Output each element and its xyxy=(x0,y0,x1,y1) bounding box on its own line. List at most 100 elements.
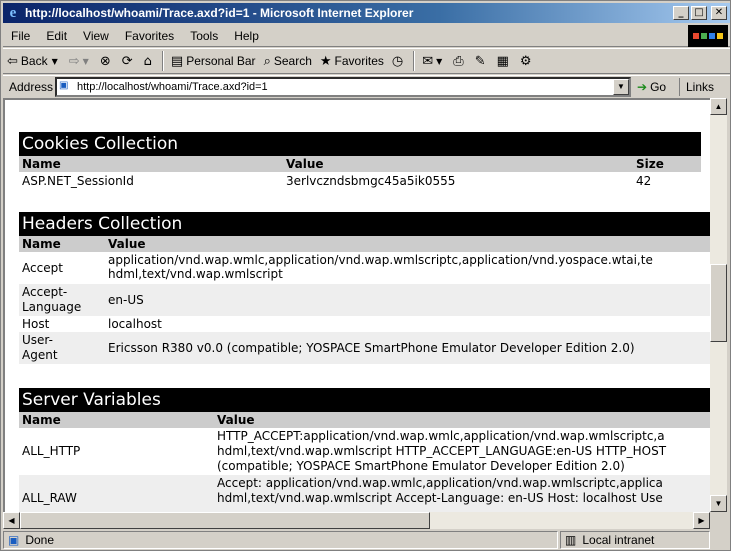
header-name: Host xyxy=(22,317,50,331)
table-row: ASP.NET_SessionId 3erlvczndsbmgc45a5ik05… xyxy=(19,172,701,190)
search-icon: ⌕ xyxy=(263,53,271,69)
messenger-button[interactable]: ⚙ xyxy=(516,50,539,72)
vertical-scrollbar[interactable]: ▲ ▼ xyxy=(710,98,727,512)
cookie-value: 3erlvczndsbmgc45a5ik0555 xyxy=(286,174,456,188)
cookie-size: 42 xyxy=(636,174,652,188)
edit-button[interactable]: ✎ xyxy=(471,50,493,72)
horizontal-scroll-thumb[interactable] xyxy=(20,512,430,529)
discuss-button[interactable]: ▦ xyxy=(493,50,516,72)
scroll-down-button[interactable]: ▼ xyxy=(710,495,727,512)
cookies-title: Cookies Collection xyxy=(19,132,701,156)
table-row: Accept application/vnd.wap.wmlc,applicat… xyxy=(19,252,710,284)
resize-grip[interactable] xyxy=(710,531,730,549)
server-vars-header-row: Name Value xyxy=(19,412,710,428)
headers-section: Headers Collection Name Value Accept app… xyxy=(19,212,710,364)
messenger-icon: ⚙ xyxy=(519,53,532,69)
standard-toolbar: ⇦ Back ▼ ⇨ ▼ ⊗ ⟳ ⌂ ▤ Personal Bar ⌕ Sear… xyxy=(3,48,730,74)
page-icon: ▣ xyxy=(59,80,69,91)
status-bar: ▣ Done ▥ Local intranet xyxy=(3,530,730,550)
scroll-right-button[interactable]: ▶ xyxy=(693,512,710,529)
server-vars-title: Server Variables xyxy=(19,388,710,412)
maximize-button[interactable]: □ xyxy=(691,6,707,20)
favorites-label: Favorites xyxy=(334,54,384,68)
menu-edit[interactable]: Edit xyxy=(38,29,75,43)
security-zone: ▥ Local intranet xyxy=(560,531,710,549)
favorites-icon: ★ xyxy=(319,53,332,69)
var-value-line1: HTTP_ACCEPT:application/vnd.wap.wmlc,app… xyxy=(217,429,665,443)
go-label: Go xyxy=(650,80,667,94)
address-dropdown[interactable]: ▼ xyxy=(613,79,629,95)
refresh-button[interactable]: ⟳ xyxy=(118,50,140,72)
go-button[interactable]: ➔ Go xyxy=(637,78,666,96)
var-name: ALL_HTTP xyxy=(22,444,81,458)
table-row: User- Agent Ericsson R380 v0.0 (compatib… xyxy=(19,332,710,364)
personal-bar-button[interactable]: ▤ Personal Bar xyxy=(167,50,260,72)
scroll-up-button[interactable]: ▲ xyxy=(710,98,727,115)
mail-button[interactable]: ✉ ▼ xyxy=(418,50,449,72)
personal-bar-icon: ▤ xyxy=(170,53,184,69)
address-input[interactable]: ▣ http://localhost/whoami/Trace.axd?id=1… xyxy=(55,77,631,97)
discuss-icon: ▦ xyxy=(496,53,509,69)
page-content: ~~~~~~~~~~~~~~~~~~~~~~~~~~~~~~~~~~~~~~~~… xyxy=(3,98,710,512)
links-button[interactable]: Links xyxy=(679,78,714,96)
horizontal-scrollbar[interactable]: ◀ ▶ xyxy=(3,512,710,529)
col-name: Name xyxy=(22,237,61,251)
chevron-down-icon: ▼ xyxy=(51,56,58,66)
header-name-line2: Agent xyxy=(22,348,58,362)
mail-icon: ✉ xyxy=(422,53,434,69)
zone-text: Local intranet xyxy=(582,533,655,547)
menu-bar: File Edit View Favorites Tools Help xyxy=(3,25,730,47)
var-value-line2: hdml,text/vnd.wap.wmlscript HTTP_ACCEPT_… xyxy=(217,444,667,458)
minimize-button[interactable]: _ xyxy=(673,6,689,20)
personal-bar-label: Personal Bar xyxy=(186,54,256,68)
menu-favorites[interactable]: Favorites xyxy=(117,29,182,43)
server-variables-section: Server Variables Name Value ALL_HTTP HTT… xyxy=(19,388,710,512)
windows-logo-icon xyxy=(688,25,728,47)
back-button[interactable]: ⇦ Back ▼ xyxy=(3,50,65,72)
go-arrow-icon: ➔ xyxy=(637,80,648,94)
col-value: Value xyxy=(108,237,146,251)
home-icon: ⌂ xyxy=(143,53,152,69)
history-button[interactable]: ◷ xyxy=(388,50,410,72)
table-row: Host localhost xyxy=(19,316,710,332)
favorites-button[interactable]: ★ Favorites xyxy=(316,50,388,72)
header-name-line1: User- xyxy=(22,333,53,347)
var-value-line1: Accept: application/vnd.wap.wmlc,applica… xyxy=(217,476,663,490)
menu-tools[interactable]: Tools xyxy=(182,29,226,43)
home-button[interactable]: ⌂ xyxy=(140,50,159,72)
header-value-line1: application/vnd.wap.wmlc,application/vnd… xyxy=(108,253,653,267)
cookies-header-row: Name Value Size xyxy=(19,156,701,172)
scroll-left-button[interactable]: ◀ xyxy=(3,512,20,529)
search-button[interactable]: ⌕ Search xyxy=(260,50,316,72)
refresh-icon: ⟳ xyxy=(121,53,133,69)
col-size: Size xyxy=(636,157,664,171)
clipped-row: ~~~~~~~~~~~~~~~~~~~~~~~~~~~~~~~~~~~~~~~~… xyxy=(5,100,710,104)
print-button[interactable]: ⎙ xyxy=(449,50,470,72)
header-name: Accept xyxy=(22,261,63,275)
back-label: Back xyxy=(20,54,48,68)
toolbar-separator xyxy=(413,51,416,71)
vertical-scroll-thumb[interactable] xyxy=(710,264,727,342)
back-arrow-icon: ⇦ xyxy=(7,53,18,69)
title-bar: e http://localhost/whoami/Trace.axd?id=1… xyxy=(3,3,730,23)
menu-view[interactable]: View xyxy=(75,29,117,43)
window-title: http://localhost/whoami/Trace.axd?id=1 -… xyxy=(25,6,414,20)
header-name-line2: Language xyxy=(22,300,82,314)
col-value: Value xyxy=(217,413,255,427)
col-name: Name xyxy=(22,413,61,427)
stop-button[interactable]: ⊗ xyxy=(96,50,118,72)
col-name: Name xyxy=(22,157,61,171)
menu-file[interactable]: File xyxy=(3,29,38,43)
var-value-line3: (compatible; YOSPACE SmartPhone Emulator… xyxy=(217,459,625,473)
forward-button[interactable]: ⇨ ▼ xyxy=(65,50,96,72)
table-row: ALL_HTTP HTTP_ACCEPT:application/vnd.wap… xyxy=(19,428,710,475)
col-value: Value xyxy=(286,157,324,171)
cookies-section: Cookies Collection Name Value Size ASP.N… xyxy=(19,132,701,190)
edit-icon: ✎ xyxy=(474,53,486,69)
status-main: ▣ Done xyxy=(3,531,558,549)
status-text: Done xyxy=(25,533,55,547)
scroll-corner xyxy=(710,512,727,529)
close-button[interactable]: ✕ xyxy=(711,6,727,20)
page-done-icon: ▣ xyxy=(8,533,20,547)
menu-help[interactable]: Help xyxy=(226,29,267,43)
